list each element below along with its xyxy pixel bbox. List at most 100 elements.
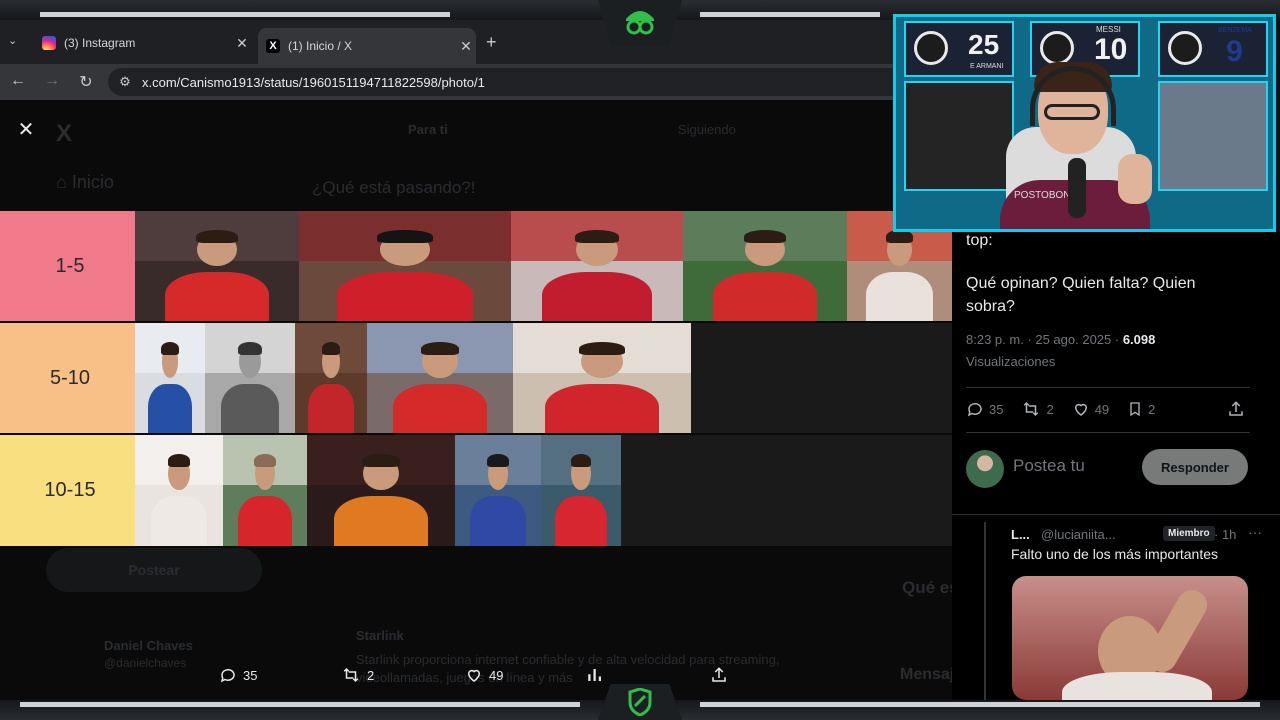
repost-action-count: 2: [1046, 401, 1054, 417]
more-options-icon[interactable]: ···: [1248, 524, 1262, 540]
new-tab-button[interactable]: +: [486, 32, 497, 53]
jersey-number: 25: [968, 29, 1000, 60]
glasses-icon: [1044, 104, 1100, 120]
bookmark-action[interactable]: 2: [1127, 400, 1155, 418]
x-logo-icon: X: [266, 39, 280, 53]
comment-icon: [220, 668, 235, 683]
afa-badge-icon: [1040, 31, 1074, 65]
shield-logo-icon: [598, 684, 682, 720]
x-photo-viewer: X ⌂ Inicio Para ti Siguiendo ¿Qué está p…: [0, 100, 1048, 700]
compose-placeholder: ¿Qué está pasando?!: [312, 178, 476, 197]
shelf-trophy-photo: [904, 81, 1014, 191]
frame-stripe: [700, 702, 1260, 707]
player-shirt-shape: [1062, 672, 1212, 700]
share-icon: [712, 667, 726, 682]
tier-label: 1-5: [5, 211, 135, 321]
shelf-jersey-3: 9 BENZEMA: [1158, 21, 1268, 77]
reply-count[interactable]: 35: [219, 666, 257, 684]
player-photo: [135, 211, 299, 321]
reply-time: · 1h: [1214, 527, 1237, 542]
streamer-logo-icon: [598, 0, 682, 46]
repost-action[interactable]: 2: [1021, 400, 1054, 418]
tier-images: [135, 435, 621, 546]
bookmark-icon: [1130, 402, 1140, 417]
nav-home: ⌂ Inicio: [56, 172, 114, 192]
tab-following: Siguiendo: [678, 122, 736, 137]
address-bar[interactable]: ⚙ x.com/Canismo1913/status/1960151194711…: [108, 68, 908, 96]
heart-icon: [467, 669, 481, 682]
jersey-name: MESSI: [1096, 25, 1121, 34]
ad-name: Starlink: [356, 628, 404, 643]
reply-text: Falto uno de los más importantes: [1011, 546, 1218, 562]
player-photo: [513, 323, 691, 433]
reply-button[interactable]: Responder: [1142, 449, 1248, 485]
reply-author-name[interactable]: L...: [1011, 527, 1030, 542]
player-photo: [135, 435, 223, 546]
like-action-count: 49: [1094, 401, 1110, 417]
player-photo: [511, 211, 683, 321]
tab-x-inicio[interactable]: X (1) Inicio / X ✕: [258, 28, 476, 64]
tab-label: (1) Inicio / X: [288, 39, 353, 53]
like-action[interactable]: 49: [1072, 400, 1109, 418]
shirt-sponsor: POSTOBON: [1014, 190, 1071, 201]
tab-close-icon[interactable]: ✕: [232, 35, 252, 52]
tier-label: 10-15: [5, 435, 135, 546]
player-photo: [295, 323, 367, 433]
player-photo: [299, 211, 511, 321]
player-photo: [223, 435, 307, 546]
tweet-meta: 8:23 p. m. · 25 ago. 2025 · 6.098: [966, 332, 1156, 347]
close-icon[interactable]: ✕: [14, 118, 38, 142]
jersey-number: 9: [1226, 35, 1243, 68]
tweet-text-partial: top:: [966, 232, 993, 249]
tier-label: 5-10: [5, 323, 135, 433]
club-badge-icon: [914, 31, 948, 65]
url-text: x.com/Canismo1913/status/196015119471182…: [142, 74, 485, 90]
jersey-name: E ARMANI: [970, 63, 1004, 70]
tier-row-2: 5-10: [0, 323, 952, 434]
player-photo: [135, 323, 205, 433]
reply-author-handle[interactable]: @lucianiita...: [1041, 527, 1116, 542]
player-photo: [205, 323, 295, 433]
tab-search-chevron-icon[interactable]: ⌄: [8, 34, 17, 47]
trend-handle: @danielchaves: [104, 656, 187, 670]
repost-count-label: 2: [367, 667, 375, 683]
frame-stripe: [700, 12, 880, 17]
tier-row-1: 1-5: [0, 211, 952, 322]
reply-count-label: 35: [243, 667, 258, 683]
avatar: [966, 450, 1004, 488]
streamer-hand: [1118, 154, 1152, 204]
views-button[interactable]: [586, 666, 610, 684]
tweet-actions: 35 2 49 2: [966, 400, 1250, 418]
reply-action[interactable]: 35: [966, 400, 1003, 418]
like-count-label: 49: [489, 667, 504, 683]
frame-stripe: [40, 12, 450, 17]
reload-icon[interactable]: ↻: [76, 72, 96, 92]
tab-close-icon[interactable]: ✕: [456, 38, 476, 55]
repost-count[interactable]: 2: [341, 666, 374, 684]
like-count[interactable]: 49: [465, 666, 503, 684]
ad-text: Starlink proporciona internet confiable …: [356, 652, 780, 667]
share-action[interactable]: [1227, 400, 1250, 418]
tier-images: [135, 211, 952, 321]
reply-image[interactable]: [1012, 576, 1248, 700]
reply-input[interactable]: Postea tu: [1013, 456, 1085, 476]
forward-arrow-icon[interactable]: →: [42, 72, 62, 90]
tier-images: [135, 323, 691, 433]
x-logo-icon: X: [56, 120, 73, 147]
share-button[interactable]: [710, 666, 734, 684]
reply-action-count: 35: [989, 401, 1004, 417]
shelf-jersey-1: 25 E ARMANI: [904, 21, 1014, 77]
heart-icon: [1074, 403, 1087, 416]
tab-instagram[interactable]: (3) Instagram ✕: [34, 28, 252, 58]
back-arrow-icon[interactable]: ←: [8, 72, 28, 90]
trend-user: Daniel Chaves: [104, 638, 193, 653]
share-icon: [1229, 401, 1243, 416]
player-photo: [367, 323, 513, 433]
site-settings-icon[interactable]: ⚙: [108, 74, 142, 90]
jersey-name: BENZEMA: [1218, 27, 1252, 34]
divider: [966, 387, 1250, 388]
repost-icon: [343, 667, 359, 683]
shelf-team-photo: [1158, 81, 1268, 191]
views-chart-icon: [588, 669, 601, 681]
player-photo: [541, 435, 621, 546]
